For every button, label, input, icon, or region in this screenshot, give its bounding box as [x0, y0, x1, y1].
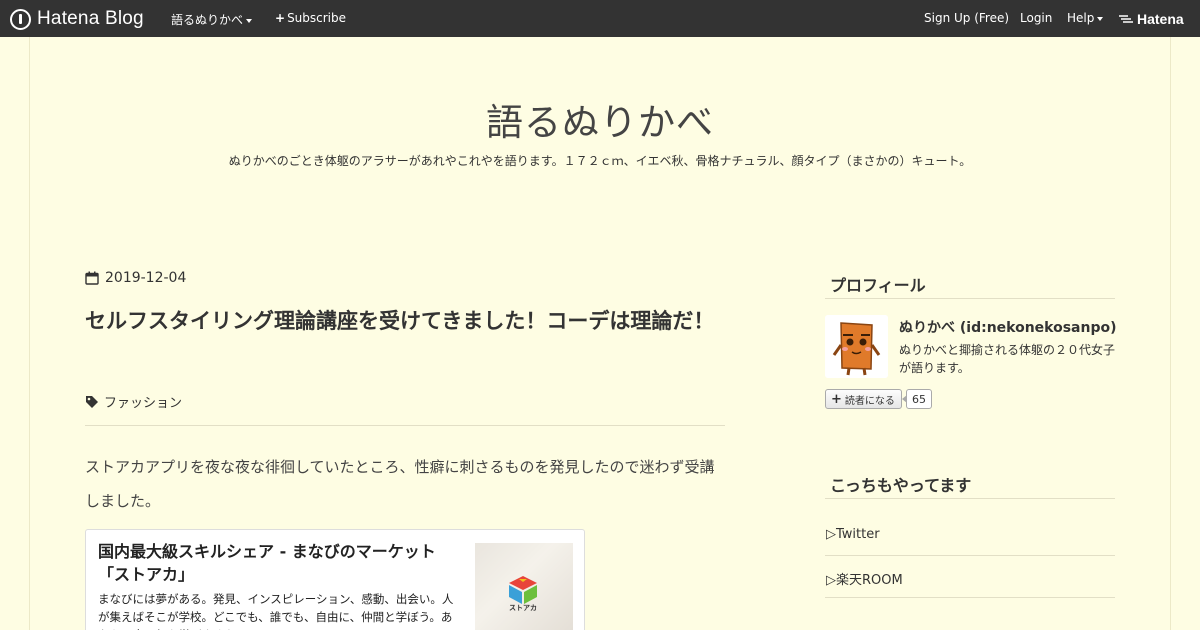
avatar[interactable]	[825, 315, 888, 378]
link-divider	[825, 555, 1115, 556]
hatena-blog-logo[interactable]: Hatena Blog	[10, 7, 144, 31]
embed-description: まなびには夢がある。発見、インスピレーション、感動、出会い。人が集えばそこが学校…	[98, 592, 454, 630]
calendar-icon	[85, 271, 99, 285]
links-heading-rule	[825, 498, 1115, 499]
global-header: Hatena Blog 語るぬりかべ + Subscribe Sign Up (F…	[0, 0, 1200, 37]
help-dropdown[interactable]: Help	[1067, 11, 1104, 25]
embed-thumbnail[interactable]: ストアカ	[475, 543, 573, 630]
nurikabe-avatar-icon	[825, 315, 888, 378]
entry-divider	[85, 425, 725, 426]
subscribe-button[interactable]: + Subscribe	[275, 11, 346, 25]
entry-date-text: 2019-12-04	[105, 270, 187, 286]
signup-link[interactable]: Sign Up (Free)	[924, 11, 1009, 25]
category-label: ファッション	[104, 396, 183, 411]
logo-text: Hatena Blog	[37, 8, 144, 29]
profile-heading: プロフィール	[830, 276, 926, 295]
subscribe-label: Subscribe	[287, 11, 347, 25]
reader-button-label: 読者になる	[844, 395, 895, 407]
plus-icon: +	[831, 391, 842, 407]
blog-menu-label: 語るぬりかべ	[171, 13, 244, 27]
reader-count-badge: 65	[902, 389, 932, 409]
caret-down-icon	[1097, 16, 1104, 21]
hatena-bird-icon	[1119, 15, 1133, 23]
entry-body-text: ストアカアプリを夜な夜な徘徊していたところ、性癖に刺さるものを発見したので迷わず…	[85, 458, 715, 510]
caret-down-icon	[246, 18, 253, 23]
plus-icon: +	[275, 11, 286, 25]
entry-title[interactable]: セルフスタイリング理論講座を受けてきました！コーデは理論だ！	[85, 304, 725, 339]
embed-title[interactable]: 国内最大級スキルシェア - まなびのマーケット「ストアカ」	[98, 540, 458, 586]
embed-card[interactable]: 国内最大級スキルシェア - まなびのマーケット「ストアカ」 まなびには夢がある。…	[85, 529, 585, 630]
sidebar-link-rakuten-room[interactable]: ▷楽天ROOM	[826, 569, 903, 588]
tag-icon	[86, 395, 98, 408]
hatena-logo[interactable]: Hatena	[1118, 11, 1184, 27]
help-label: Help	[1067, 11, 1095, 25]
profile-name[interactable]: ぬりかべ (id:nekonekosanpo)	[899, 317, 1117, 337]
subscribe-reader-button[interactable]: + 読者になる	[825, 389, 902, 409]
blog-description: ぬりかべのごとき体躯のアラサーがあれやこれやを語ります。１７２ｃｍ、イエベ秋、骨…	[228, 154, 972, 168]
entry-date[interactable]: 2019-12-04	[85, 270, 186, 286]
blog-title[interactable]: 語るぬりかべ	[0, 92, 1200, 146]
profile-heading-rule	[825, 298, 1115, 299]
blog-menu-dropdown[interactable]: 語るぬりかべ	[171, 11, 253, 28]
thumbnail-logo-text: ストアカ	[509, 604, 537, 612]
links-heading: こっちもやってます	[830, 476, 972, 495]
profile-description: ぬりかべと揶揄される体躯の２０代女子が語ります。	[899, 343, 1116, 375]
sidebar-link-twitter[interactable]: ▷Twitter	[826, 527, 880, 542]
link-divider	[825, 597, 1115, 598]
hatena-logo-text: Hatena	[1137, 11, 1184, 27]
entry-category[interactable]: ファッション	[85, 392, 182, 411]
login-link[interactable]: Login	[1020, 11, 1052, 25]
hatena-blog-logo-icon	[10, 8, 31, 30]
